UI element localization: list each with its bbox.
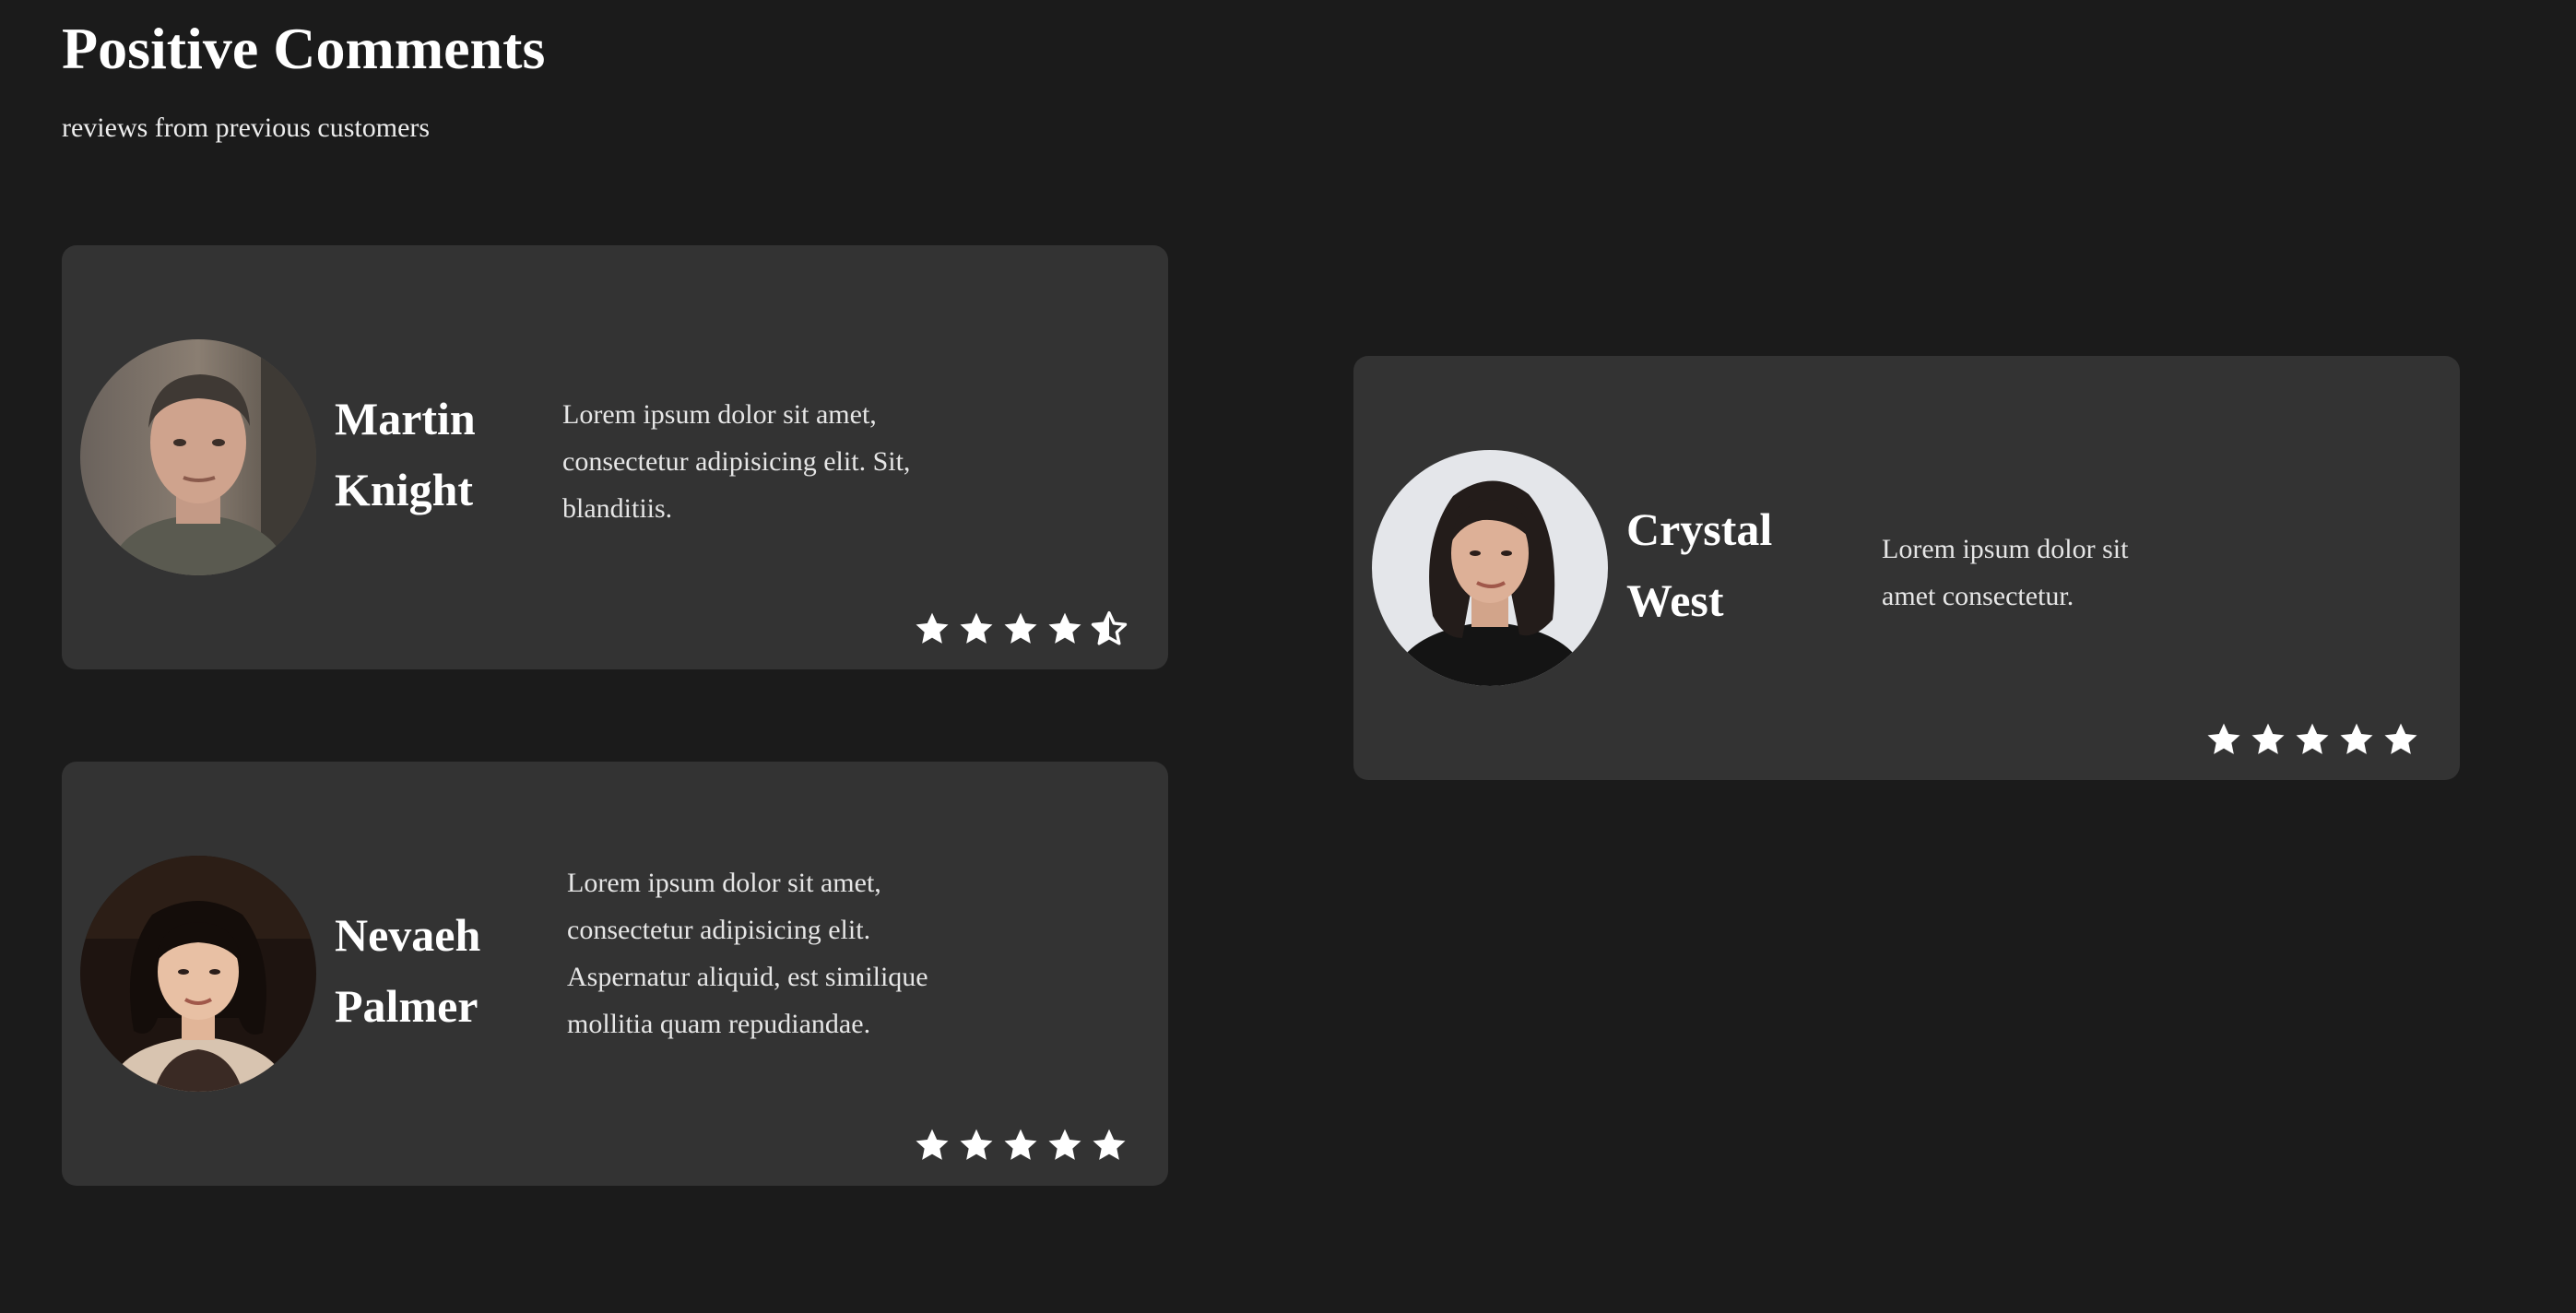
- star-icon: [1093, 1129, 1126, 1160]
- star-rating: [914, 1127, 1128, 1164]
- reviewer-first-name: Martin: [335, 393, 476, 444]
- star-rating: [2205, 721, 2419, 758]
- reviewer-name: Nevaeh Palmer: [335, 900, 519, 1042]
- reviewer-last-name: West: [1626, 574, 1724, 626]
- star-icon: [1048, 612, 1081, 644]
- reviewer-first-name: Crystal: [1626, 503, 1773, 555]
- star-half-icon: [1091, 611, 1128, 645]
- star-icon: [916, 1129, 949, 1160]
- star-icon: [1004, 1129, 1037, 1160]
- star-icon: [2251, 723, 2285, 754]
- review-text: Lorem ipsum dolor sit amet consectetur.: [1882, 534, 2129, 611]
- star-icon: [1004, 612, 1037, 644]
- review-card-crystal-west: Crystal West Lorem ipsum dolor sit amet …: [1353, 356, 2460, 780]
- star-rating: [914, 610, 1128, 647]
- reviewer-last-name: Palmer: [335, 980, 479, 1032]
- star-icon: [2340, 723, 2373, 754]
- page: Positive Comments reviews from previous …: [0, 0, 2576, 1313]
- page-subtitle: reviews from previous customers: [62, 112, 431, 143]
- page-title: Positive Comments: [62, 16, 546, 81]
- review-card-martin-knight: Martin Knight Lorem ipsum dolor sit amet…: [62, 245, 1168, 669]
- reviewer-name: Crystal West: [1626, 494, 1811, 636]
- star-icon: [2207, 723, 2240, 754]
- avatar: [1372, 450, 1608, 686]
- star-icon: [2384, 723, 2417, 754]
- star-icon: [1048, 1129, 1081, 1160]
- reviewer-name: Martin Knight: [335, 384, 519, 526]
- star-icon: [2296, 723, 2329, 754]
- avatar: [80, 856, 316, 1092]
- avatar-portrait-woman: [1372, 450, 1608, 686]
- review-card-nevaeh-palmer: Nevaeh Palmer Lorem ipsum dolor sit amet…: [62, 762, 1168, 1186]
- reviewer-first-name: Nevaeh: [335, 909, 481, 961]
- avatar: [80, 339, 316, 575]
- avatar-portrait-woman: [80, 856, 316, 1092]
- avatar-portrait-man: [80, 339, 316, 575]
- reviewer-last-name: Knight: [335, 464, 474, 515]
- review-text: Lorem ipsum dolor sit amet, consectetur …: [562, 399, 911, 524]
- review-text: Lorem ipsum dolor sit amet, consectetur …: [567, 868, 928, 1039]
- star-icon: [960, 612, 993, 644]
- star-icon: [916, 612, 949, 644]
- star-icon: [960, 1129, 993, 1160]
